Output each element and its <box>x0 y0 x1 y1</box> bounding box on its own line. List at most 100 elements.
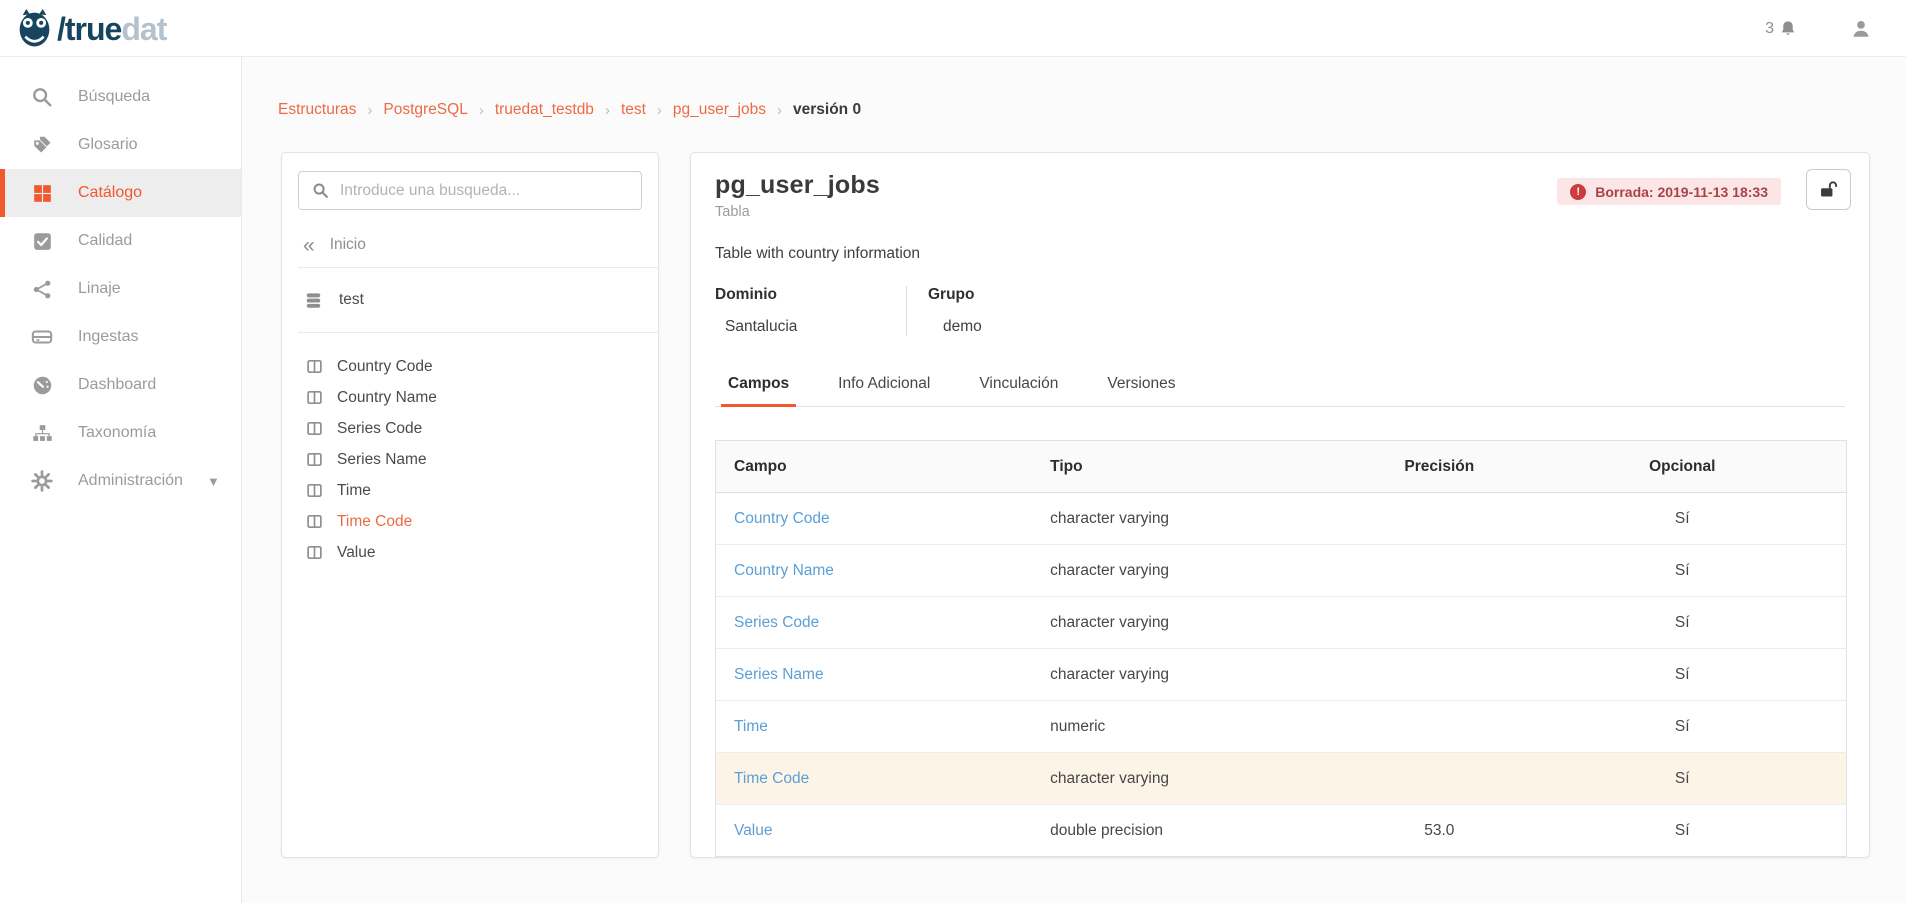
tree-field-country-name[interactable]: Country Name <box>282 382 658 413</box>
notification-count: 3 <box>1765 20 1774 38</box>
field-opcional: Sí <box>1518 597 1846 649</box>
gauge-icon <box>30 373 54 397</box>
breadcrumb-link-test[interactable]: test <box>621 101 646 119</box>
exclamation-circle-icon: ! <box>1570 184 1586 200</box>
field-link-value[interactable]: Value <box>734 822 773 839</box>
gear-icon <box>30 469 54 493</box>
grid-icon <box>30 181 54 205</box>
structure-description: Table with country information <box>715 245 1845 263</box>
share-icon <box>30 277 54 301</box>
tab-vinculacion[interactable]: Vinculación <box>972 367 1065 407</box>
breadcrumb-separator: › <box>367 102 372 119</box>
top-navbar: /truedat 3 <box>0 0 1906 57</box>
sidebar-item-dashboard[interactable]: Dashboard <box>0 361 241 409</box>
field-precision <box>1360 701 1518 753</box>
breadcrumb-link-estructuras[interactable]: Estructuras <box>278 101 356 119</box>
field-tipo: character varying <box>1032 493 1360 545</box>
sidebar-item-label: Administración <box>78 472 183 490</box>
sidebar-item-label: Taxonomía <box>78 424 156 442</box>
breadcrumb-separator: › <box>479 102 484 119</box>
tab-campos[interactable]: Campos <box>721 367 796 407</box>
table-columns-icon <box>306 451 323 468</box>
ingest-drive-icon <box>30 325 54 349</box>
sidebar-item-catalogo[interactable]: Catálogo <box>0 169 241 217</box>
sidebar-item-label: Glosario <box>78 136 138 154</box>
table-row: Time numeric Sí <box>716 701 1847 753</box>
field-link-time[interactable]: Time <box>734 718 768 735</box>
tree-field-country-code[interactable]: Country Code <box>282 351 658 382</box>
table-columns-icon <box>306 389 323 406</box>
table-row: Country Name character varying Sí <box>716 545 1847 597</box>
field-opcional: Sí <box>1518 753 1846 805</box>
sidebar-item-busqueda[interactable]: Búsqueda <box>0 73 241 121</box>
sidebar-item-calidad[interactable]: Calidad <box>0 217 241 265</box>
truedat-logo[interactable]: /truedat <box>16 8 166 49</box>
field-link-country-code[interactable]: Country Code <box>734 510 830 527</box>
sidebar-item-glosario[interactable]: Glosario <box>0 121 241 169</box>
explorer-back-home[interactable]: « Inicio <box>282 223 658 267</box>
chevron-down-icon: ▼ <box>207 474 220 489</box>
double-angle-left-icon: « <box>303 235 315 256</box>
tab-versiones[interactable]: Versiones <box>1100 367 1182 407</box>
group-value: demo <box>928 318 1166 336</box>
breadcrumb-link-postgresql[interactable]: PostgreSQL <box>383 101 467 119</box>
field-link-series-code[interactable]: Series Code <box>734 614 819 631</box>
sidebar-item-administracion[interactable]: Administración ▼ <box>0 457 241 505</box>
field-tipo: character varying <box>1032 545 1360 597</box>
tags-icon <box>30 133 54 157</box>
field-link-time-code[interactable]: Time Code <box>734 770 809 787</box>
field-link-series-name[interactable]: Series Name <box>734 666 824 683</box>
domain-label: Dominio <box>715 286 906 304</box>
detail-tabs: Campos Info Adicional Vinculación Versio… <box>715 367 1845 407</box>
search-input[interactable] <box>340 182 628 200</box>
sitemap-icon <box>30 421 54 445</box>
field-tipo: numeric <box>1032 701 1360 753</box>
breadcrumb-link-truedat-testdb[interactable]: truedat_testdb <box>495 101 594 119</box>
breadcrumb-current-version: versión 0 <box>793 101 861 119</box>
tree-field-time[interactable]: Time <box>282 475 658 506</box>
user-menu-button[interactable] <box>1850 18 1872 40</box>
unlock-icon <box>1818 179 1839 200</box>
search-icon <box>30 85 54 109</box>
search-icon <box>312 182 329 199</box>
tree-field-series-code[interactable]: Series Code <box>282 413 658 444</box>
field-opcional: Sí <box>1518 701 1846 753</box>
column-header-precision: Precisión <box>1360 441 1518 493</box>
sidebar-item-linaje[interactable]: Linaje <box>0 265 241 313</box>
field-opcional: Sí <box>1518 545 1846 597</box>
field-precision <box>1360 597 1518 649</box>
sidebar-item-ingestas[interactable]: Ingestas <box>0 313 241 361</box>
field-tipo: character varying <box>1032 597 1360 649</box>
table-header-row: Campo Tipo Precisión Opcional <box>716 441 1847 493</box>
table-columns-icon <box>306 544 323 561</box>
field-link-country-name[interactable]: Country Name <box>734 562 834 579</box>
structure-explorer-panel: « Inicio test Country Code Country Name … <box>281 152 659 858</box>
sidebar-item-label: Dashboard <box>78 376 156 394</box>
fields-table: Campo Tipo Precisión Opcional Country Co… <box>715 440 1847 857</box>
tree-field-series-name[interactable]: Series Name <box>282 444 658 475</box>
sidebar-item-taxonomia[interactable]: Taxonomía <box>0 409 241 457</box>
status-badge: ! Borrada: 2019-11-13 18:33 <box>1557 178 1781 205</box>
tab-info-adicional[interactable]: Info Adicional <box>831 367 937 407</box>
bell-icon <box>1778 19 1798 39</box>
notifications-button[interactable]: 3 <box>1765 19 1798 39</box>
column-header-tipo: Tipo <box>1032 441 1360 493</box>
field-opcional: Sí <box>1518 649 1846 701</box>
owl-logo-icon <box>16 8 53 49</box>
breadcrumb-separator: › <box>605 102 610 119</box>
sidebar-item-label: Catálogo <box>78 184 142 202</box>
field-precision <box>1360 753 1518 805</box>
tree-field-value[interactable]: Value <box>282 537 658 568</box>
lock-toggle-button[interactable] <box>1806 169 1851 210</box>
check-square-icon <box>30 229 54 253</box>
field-opcional: Sí <box>1518 805 1846 857</box>
tree-parent-test[interactable]: test <box>282 268 658 332</box>
tree-field-label: Country Code <box>337 358 433 376</box>
tree-field-label: Time <box>337 482 371 500</box>
group-label: Grupo <box>928 286 1166 304</box>
column-header-opcional: Opcional <box>1518 441 1846 493</box>
structure-detail-panel: pg_user_jobs Tabla ! Borrada: 2019-11-13… <box>690 152 1870 858</box>
tree-field-label: Country Name <box>337 389 437 407</box>
tree-field-time-code[interactable]: Time Code <box>282 506 658 537</box>
breadcrumb-link-pg-user-jobs[interactable]: pg_user_jobs <box>673 101 766 119</box>
